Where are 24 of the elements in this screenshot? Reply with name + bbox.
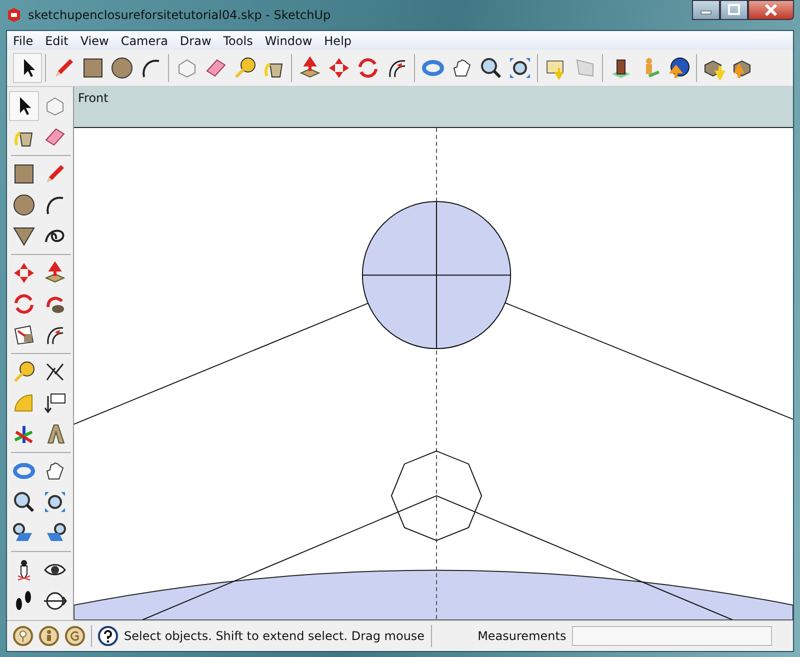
menu-item[interactable]: Draw [174,34,218,48]
close-button[interactable] [748,0,794,20]
menu-item[interactable]: Tools [217,34,259,48]
menu-item[interactable]: View [74,34,115,48]
window-title: sketchupenclosureforsitetutorial04.skp - SketchUp [28,8,331,22]
person-badge-icon[interactable] [39,626,59,646]
status-message: Select objects. Shift to extend select. Drag mouse [124,629,425,643]
minimize-button[interactable] [692,0,720,20]
menu-item[interactable]: Help [318,34,358,48]
help-icon[interactable] [98,626,118,646]
app-logo-icon [6,7,22,23]
measurements-label: Measurements [478,629,566,643]
arrow-cursor-icon[interactable] [13,53,42,83]
menu-item[interactable]: Edit [39,34,74,48]
lightbulb-icon[interactable] [13,626,33,646]
drawing-canvas[interactable]: Front [74,87,793,620]
maximize-button[interactable] [720,0,748,20]
menu-item[interactable]: Window [258,34,318,48]
measurements-field[interactable] [572,626,772,646]
geo-badge-icon[interactable] [65,626,85,646]
menu-item[interactable]: File [7,34,40,48]
view-label: Front [77,90,110,107]
arrow-cursor-icon[interactable] [9,91,39,121]
menu-item[interactable]: Camera [114,34,174,48]
